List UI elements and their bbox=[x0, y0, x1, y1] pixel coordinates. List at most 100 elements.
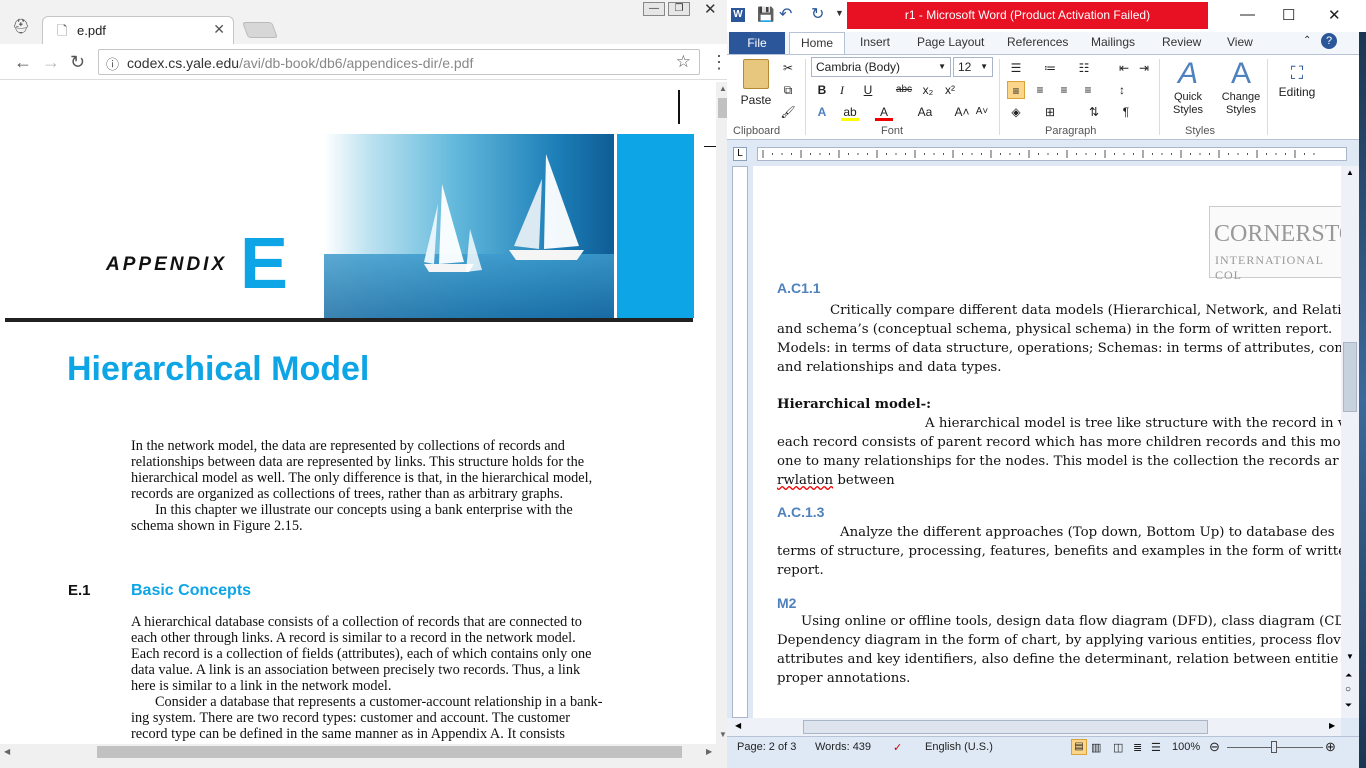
print-layout-icon[interactable]: ▤ bbox=[1071, 739, 1087, 755]
word-horizontal-scrollbar[interactable]: ◀ ▶ bbox=[727, 718, 1341, 736]
browser-tab[interactable]: 🗋 e.pdf ✕ bbox=[42, 16, 234, 44]
copy-icon[interactable]: ⧉ bbox=[779, 81, 797, 99]
redo-icon[interactable]: ↻ bbox=[811, 4, 824, 24]
language[interactable]: English (U.S.) bbox=[925, 741, 993, 753]
tab-references[interactable]: References bbox=[1007, 35, 1068, 49]
word-horizontal-thumb[interactable] bbox=[803, 720, 1208, 734]
scroll-down-icon[interactable]: ▼ bbox=[1346, 652, 1354, 661]
word-close-button[interactable]: ✕ bbox=[1328, 6, 1341, 24]
chrome-menu-icon[interactable]: ⋮ bbox=[710, 52, 728, 73]
sort-icon[interactable]: ⇅ bbox=[1085, 103, 1103, 121]
save-icon[interactable]: 💾 bbox=[757, 6, 774, 23]
tab-home[interactable]: Home bbox=[789, 32, 845, 55]
subscript-icon[interactable]: x₂ bbox=[919, 81, 937, 99]
superscript-icon[interactable]: x² bbox=[941, 81, 959, 99]
line-spacing-icon[interactable]: ↕ bbox=[1113, 81, 1131, 99]
multilevel-list-icon[interactable]: ☷ bbox=[1075, 59, 1093, 77]
pdf-horizontal-thumb[interactable] bbox=[97, 746, 682, 758]
outline-icon[interactable]: ≣ bbox=[1133, 741, 1142, 754]
change-styles-button[interactable]: A Change Styles bbox=[1217, 57, 1265, 117]
align-right-icon[interactable]: ≡ bbox=[1055, 81, 1073, 99]
zoom-level[interactable]: 100% bbox=[1172, 741, 1200, 753]
scroll-up-icon[interactable]: ▲ bbox=[719, 84, 727, 93]
scroll-right-icon[interactable]: ▶ bbox=[706, 747, 712, 756]
zoom-out-icon[interactable]: ⊖ bbox=[1209, 739, 1220, 755]
quick-access-dropdown-icon[interactable]: ▼ bbox=[835, 8, 844, 18]
minimize-button[interactable]: — bbox=[643, 2, 665, 16]
borders-icon[interactable]: ⊞ bbox=[1041, 103, 1059, 121]
tab-review[interactable]: Review bbox=[1162, 35, 1201, 49]
shrink-font-icon[interactable]: A˅ bbox=[973, 103, 991, 121]
maximize-button[interactable]: ❐ bbox=[668, 2, 690, 16]
decrease-indent-icon[interactable]: ⇤ bbox=[1115, 59, 1133, 77]
undo-icon[interactable]: ↶ bbox=[779, 4, 792, 24]
full-screen-reading-icon[interactable]: ▥ bbox=[1091, 741, 1101, 754]
format-painter-icon[interactable]: 🖌 bbox=[779, 103, 797, 121]
align-center-icon[interactable]: ≡ bbox=[1031, 81, 1049, 99]
tab-page-layout[interactable]: Page Layout bbox=[917, 35, 984, 49]
strikethrough-icon[interactable]: abc bbox=[895, 81, 913, 99]
page-info-icon[interactable]: ⓘ bbox=[106, 54, 119, 73]
scroll-left-icon[interactable]: ◀ bbox=[735, 721, 741, 730]
word-minimize-button[interactable]: — bbox=[1240, 6, 1255, 23]
word-vertical-scrollbar[interactable]: ▲ ▼ ⏶ ○ ⏷ bbox=[1341, 166, 1359, 718]
draft-icon[interactable]: ☰ bbox=[1151, 741, 1161, 754]
close-window-button[interactable]: ✕ bbox=[704, 0, 717, 18]
justify-icon[interactable]: ≡ bbox=[1079, 81, 1097, 99]
reload-icon[interactable]: ↻ bbox=[70, 52, 85, 73]
forward-icon[interactable]: → bbox=[42, 52, 60, 73]
word-count[interactable]: Words: 439 bbox=[815, 741, 871, 753]
align-left-icon[interactable]: ≡ bbox=[1007, 81, 1025, 99]
web-layout-icon[interactable]: ◫ bbox=[1113, 741, 1123, 754]
shading-icon[interactable]: ◈ bbox=[1007, 103, 1025, 121]
tab-stop-selector[interactable]: L bbox=[733, 147, 747, 161]
bookmark-star-icon[interactable]: ☆ bbox=[676, 52, 691, 72]
scroll-left-icon[interactable]: ◀ bbox=[4, 747, 10, 756]
tab-file[interactable]: File bbox=[729, 32, 785, 54]
new-tab-button[interactable] bbox=[242, 22, 278, 38]
word-vertical-thumb[interactable] bbox=[1343, 342, 1357, 412]
back-icon[interactable]: ← bbox=[14, 52, 32, 73]
document-page[interactable]: CORNERSTO INTERNATIONAL COL A.C1.1 Criti… bbox=[753, 166, 1341, 718]
underline-icon[interactable]: U bbox=[859, 81, 877, 99]
tab-mailings[interactable]: Mailings bbox=[1091, 35, 1135, 49]
bold-icon[interactable]: B bbox=[813, 81, 831, 99]
show-formatting-icon[interactable]: ¶ bbox=[1117, 103, 1135, 121]
proofing-icon[interactable]: ✓ bbox=[893, 741, 902, 754]
help-icon[interactable]: ? bbox=[1321, 33, 1337, 49]
scroll-down-icon[interactable]: ▼ bbox=[719, 730, 727, 739]
minimize-ribbon-icon[interactable]: ⌃ bbox=[1303, 35, 1311, 46]
editing-button[interactable]: ⛶ Editing bbox=[1273, 61, 1321, 99]
zoom-slider-thumb[interactable] bbox=[1271, 741, 1277, 753]
font-name-combo[interactable]: Cambria (Body) ▼ bbox=[811, 57, 951, 77]
misspelled-word[interactable]: rwlation bbox=[777, 473, 833, 488]
font-color-icon[interactable]: A bbox=[875, 103, 893, 121]
scroll-right-icon[interactable]: ▶ bbox=[1329, 721, 1335, 730]
tab-view[interactable]: View bbox=[1227, 35, 1253, 49]
word-maximize-button[interactable]: ☐ bbox=[1282, 6, 1295, 24]
cut-icon[interactable]: ✂ bbox=[779, 59, 797, 77]
italic-icon[interactable]: I bbox=[833, 81, 851, 99]
paste-button[interactable]: Paste bbox=[737, 59, 775, 107]
bullets-icon[interactable]: ☰ bbox=[1007, 59, 1025, 77]
browse-object-icon[interactable]: ○ bbox=[1345, 684, 1351, 695]
zoom-in-icon[interactable]: ⊕ bbox=[1325, 739, 1336, 755]
horizontal-ruler[interactable]: L bbox=[727, 142, 1366, 166]
text-effects-icon[interactable]: A bbox=[813, 103, 831, 121]
pdf-horizontal-scrollbar[interactable]: ◀ ▶ bbox=[0, 744, 730, 768]
previous-page-icon[interactable]: ⏶ bbox=[1345, 670, 1352, 681]
next-page-icon[interactable]: ⏷ bbox=[1345, 700, 1352, 711]
highlight-icon[interactable]: ab bbox=[841, 103, 859, 121]
increase-indent-icon[interactable]: ⇥ bbox=[1135, 59, 1153, 77]
pdf-viewer[interactable]: APPENDIX E Hierarchical Model In the net… bbox=[4, 82, 716, 744]
tab-insert[interactable]: Insert bbox=[860, 35, 890, 49]
grow-font-icon[interactable]: A˄ bbox=[953, 103, 971, 121]
quick-styles-button[interactable]: A Quick Styles bbox=[1165, 57, 1211, 117]
change-case-icon[interactable]: Aa bbox=[913, 103, 937, 121]
page-count[interactable]: Page: 2 of 3 bbox=[737, 741, 796, 753]
tab-close-icon[interactable]: ✕ bbox=[213, 21, 225, 38]
numbering-icon[interactable]: ≔ bbox=[1041, 59, 1059, 77]
font-size-combo[interactable]: 12 ▼ bbox=[953, 57, 993, 77]
address-bar[interactable]: ⓘ codex.cs.yale.edu/avi/db-book/db6/appe… bbox=[98, 49, 700, 75]
scroll-up-icon[interactable]: ▲ bbox=[1346, 168, 1354, 177]
